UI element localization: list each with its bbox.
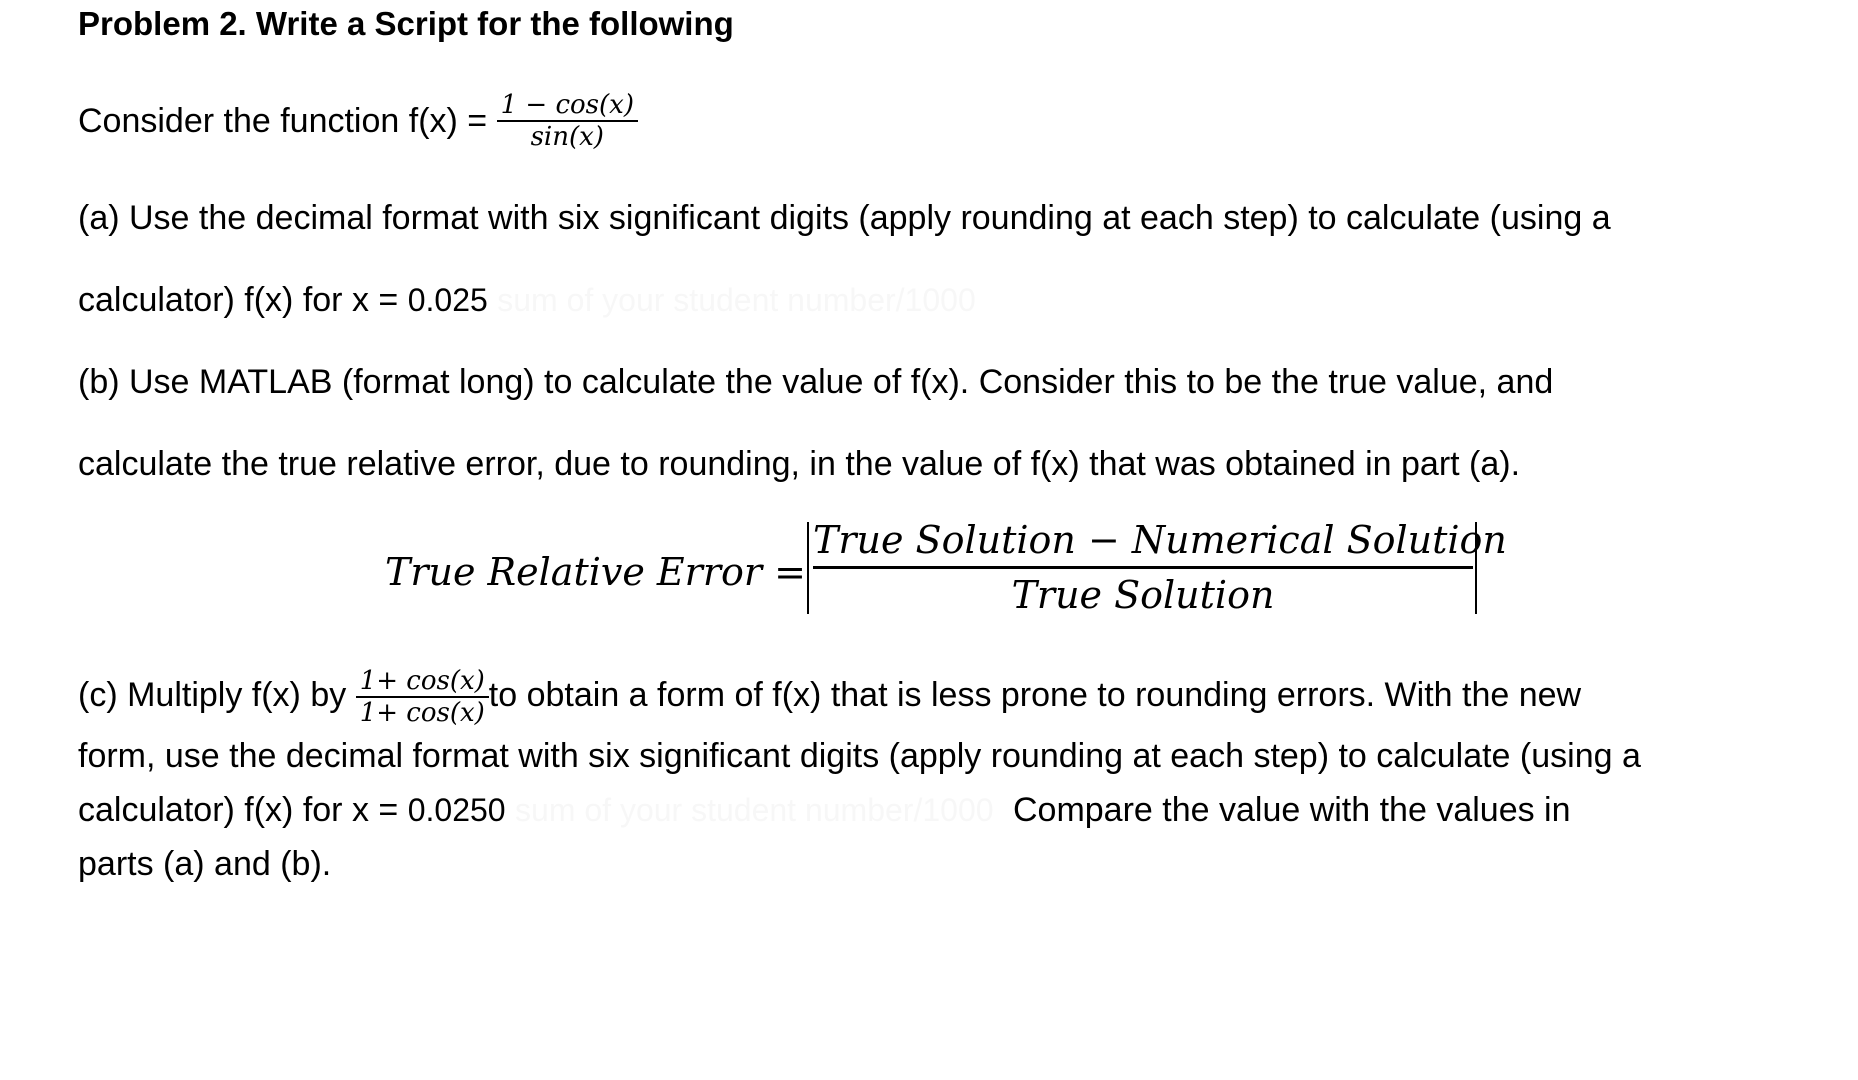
part-b-line-2: calculate the true relative error, due t… (78, 445, 1521, 483)
function-fraction: 1 − cos(x) sin(x) (496, 90, 638, 152)
part-c-hidden-note: sum of your student number/1000 (515, 792, 994, 828)
part-c-prefix: (c) Multiply f(x) by (78, 675, 356, 714)
formula-denominator: True Solution (1011, 573, 1275, 617)
problem-title: Problem 2. Write a Script for the follow… (78, 5, 734, 42)
formula-fraction: True Solution − Numerical Solution True … (813, 518, 1507, 617)
part-a-x-value: 0.025 (407, 282, 488, 318)
part-c-line-1: (c) Multiply f(x) by 1+ cos(x) 1+ cos(x)… (78, 666, 1581, 728)
fraction-denominator: sin(x) (530, 122, 604, 152)
part-b-line-1: (b) Use MATLAB (format long) to calculat… (78, 363, 1554, 401)
intro-text: Consider the function f(x) = (78, 101, 497, 140)
multiplier-denominator: 1+ cos(x) (359, 698, 485, 728)
abs-bar-right (1475, 522, 1477, 614)
part-c-line-1-suffix: to obtain a form of f(x) that is less pr… (488, 675, 1582, 714)
fraction-numerator: 1 − cos(x) (500, 90, 634, 120)
function-definition: Consider the function f(x) = 1 − cos(x) … (78, 90, 638, 154)
multiplier-numerator: 1+ cos(x) (359, 666, 485, 696)
part-c-line-3: calculator) f(x) for x = 0.0250 sum of y… (78, 790, 1571, 830)
formula-fraction-bar (813, 566, 1473, 569)
part-c-line-4: parts (a) and (b). (78, 845, 332, 883)
abs-bar-left (807, 522, 809, 614)
part-a-prefix: calculator) f(x) for x = (78, 281, 408, 319)
part-c-prefix-3: calculator) f(x) for x = (78, 791, 408, 829)
multiplier-fraction: 1+ cos(x) 1+ cos(x) (355, 666, 489, 728)
part-c-line-3-suffix: Compare the value with the values in (1012, 791, 1571, 829)
part-c-x-value: 0.0250 (407, 792, 506, 828)
formula-numerator: True Solution − Numerical Solution (813, 518, 1507, 562)
formula-lhs: True Relative Error = (385, 550, 806, 594)
part-a-line-2: calculator) f(x) for x = 0.025 sum of yo… (78, 280, 976, 320)
part-c-line-2: form, use the decimal format with six si… (78, 737, 1641, 775)
part-a-hidden-note: sum of your student number/1000 (497, 282, 976, 318)
part-a-line-1: (a) Use the decimal format with six sign… (78, 199, 1611, 237)
